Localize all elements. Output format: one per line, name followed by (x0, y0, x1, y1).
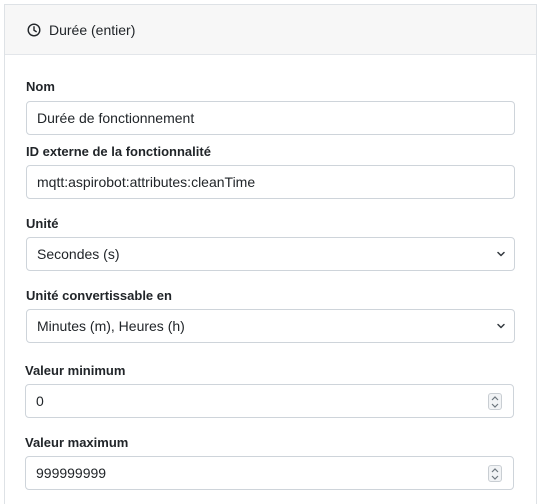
min-value-input-value: 0 (36, 393, 44, 409)
external-id-input[interactable]: mqtt:aspirobot:attributes:cleanTime (26, 165, 515, 199)
chevron-down-icon (491, 403, 499, 408)
name-input-value: Durée de fonctionnement (37, 110, 195, 126)
min-value-label: Valeur minimum (25, 363, 126, 378)
min-value-input[interactable]: 0 (25, 384, 514, 418)
name-input[interactable]: Durée de fonctionnement (26, 101, 515, 135)
convertible-unit-select-value: Minutes (m), Heures (h) (37, 318, 185, 334)
chevron-down-icon (491, 475, 499, 480)
chevron-up-icon (491, 396, 499, 401)
external-id-label: ID externe de la fonctionnalité (26, 144, 211, 159)
name-label: Nom (26, 79, 55, 94)
convertible-unit-label: Unité convertissable en (26, 288, 172, 303)
chevron-down-icon (497, 323, 505, 329)
card-title: Durée (entier) (49, 21, 136, 38)
number-spinner[interactable] (488, 393, 502, 410)
unit-select-value: Secondes (s) (37, 246, 120, 262)
external-id-input-value: mqtt:aspirobot:attributes:cleanTime (37, 174, 256, 190)
clock-icon (27, 22, 41, 37)
max-value-input[interactable]: 999999999 (25, 456, 514, 490)
card-header: Durée (entier) (5, 5, 536, 55)
convertible-unit-select[interactable]: Minutes (m), Heures (h) (26, 309, 515, 343)
max-value-input-value: 999999999 (36, 465, 107, 481)
unit-label: Unité (26, 216, 59, 231)
unit-select[interactable]: Secondes (s) (26, 237, 515, 271)
number-spinner[interactable] (488, 465, 502, 482)
max-value-label: Valeur maximum (25, 435, 129, 450)
chevron-down-icon (497, 251, 505, 257)
chevron-up-icon (491, 468, 499, 473)
